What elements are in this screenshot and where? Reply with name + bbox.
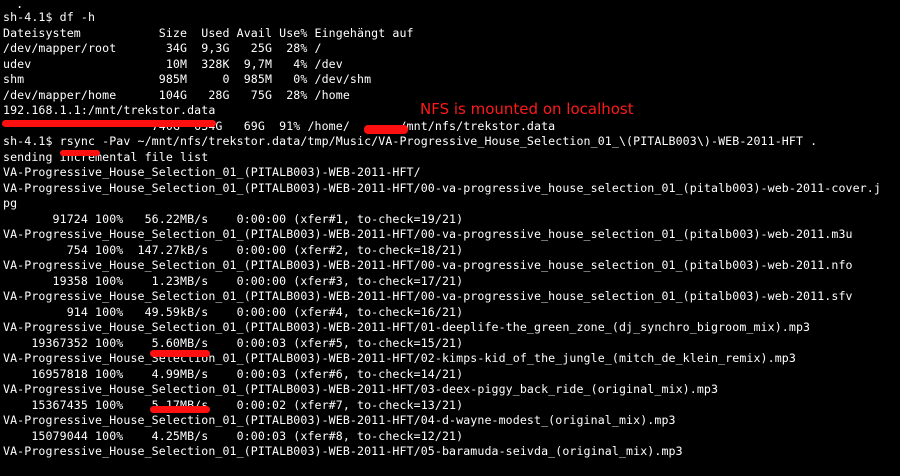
terminal-line: sh-4.1$ df -h <box>3 10 96 24</box>
terminal-window[interactable]: . sh-4.1$ df -h Dateisystem Size Used Av… <box>0 0 900 476</box>
terminal-output: sh-4.1$ df -h Dateisystem Size Used Avai… <box>3 10 881 460</box>
terminal-line: shm 985M 0 985M 0% /dev/shm <box>3 72 372 86</box>
terminal-line: /dev/mapper/root 34G 9,3G 25G 28% / <box>3 41 322 55</box>
terminal-line: pg <box>3 196 18 210</box>
terminal-line: VA-Progressive_House_Selection_01_(PITAL… <box>3 258 853 272</box>
highlight-speed-xfer7 <box>150 406 210 413</box>
terminal-line: VA-Progressive_House_Selection_01_(PITAL… <box>3 227 853 241</box>
terminal-line: 15367435 100% 5.17MB/s 0:00:02 (xfer#7, … <box>3 397 464 412</box>
highlight-speed-xfer5 <box>150 350 210 357</box>
terminal-line: 16957818 100% 4.99MB/s 0:00:03 (xfer#6, … <box>3 366 464 381</box>
terminal-line: sh-4.1$ rsync -Pav ~/mnt/nfs/trekstor.da… <box>3 134 818 148</box>
terminal-line: Dateisystem Size Used Avail Use% Eingehä… <box>3 25 414 40</box>
annotation-label: NFS is mounted on localhost <box>420 100 634 118</box>
highlight-rsync-command <box>60 150 100 156</box>
terminal-line: 19367352 100% 5.60MB/s 0:00:03 (xfer#5, … <box>3 335 464 350</box>
terminal-line: 754 100% 147.27kB/s 0:00:00 (xfer#2, to-… <box>3 242 464 257</box>
terminal-line: VA-Progressive_House_Selection_01_(PITAL… <box>3 444 683 458</box>
terminal-line: udev 10M 328K 9,7M 4% /dev <box>3 56 343 71</box>
terminal-line: VA-Progressive_House_Selection_01_(PITAL… <box>3 165 421 179</box>
terminal-line: 91724 100% 56.22MB/s 0:00:00 (xfer#1, to… <box>3 211 464 226</box>
terminal-line: 15079044 100% 4.25MB/s 0:00:03 (xfer#8, … <box>3 428 464 443</box>
top-fragment: . <box>16 0 24 11</box>
redacted-username <box>364 125 408 134</box>
terminal-line: VA-Progressive_House_Selection_01_(PITAL… <box>3 320 811 334</box>
highlight-nfs-source <box>2 120 216 127</box>
terminal-line: 914 100% 49.59kB/s 0:00:00 (xfer#4, to-c… <box>3 304 464 319</box>
terminal-line: VA-Progressive_House_Selection_01_(PITAL… <box>3 413 676 427</box>
terminal-line: VA-Progressive_House_Selection_01_(PITAL… <box>3 351 796 365</box>
terminal-line: 19358 100% 1.23MB/s 0:00:00 (xfer#3, to-… <box>3 273 464 288</box>
terminal-line: sending incremental file list <box>3 149 209 164</box>
terminal-line: VA-Progressive_House_Selection_01_(PITAL… <box>3 382 719 396</box>
terminal-line: VA-Progressive_House_Selection_01_(PITAL… <box>3 289 853 303</box>
terminal-line: VA-Progressive_House_Selection_01_(PITAL… <box>3 180 881 195</box>
